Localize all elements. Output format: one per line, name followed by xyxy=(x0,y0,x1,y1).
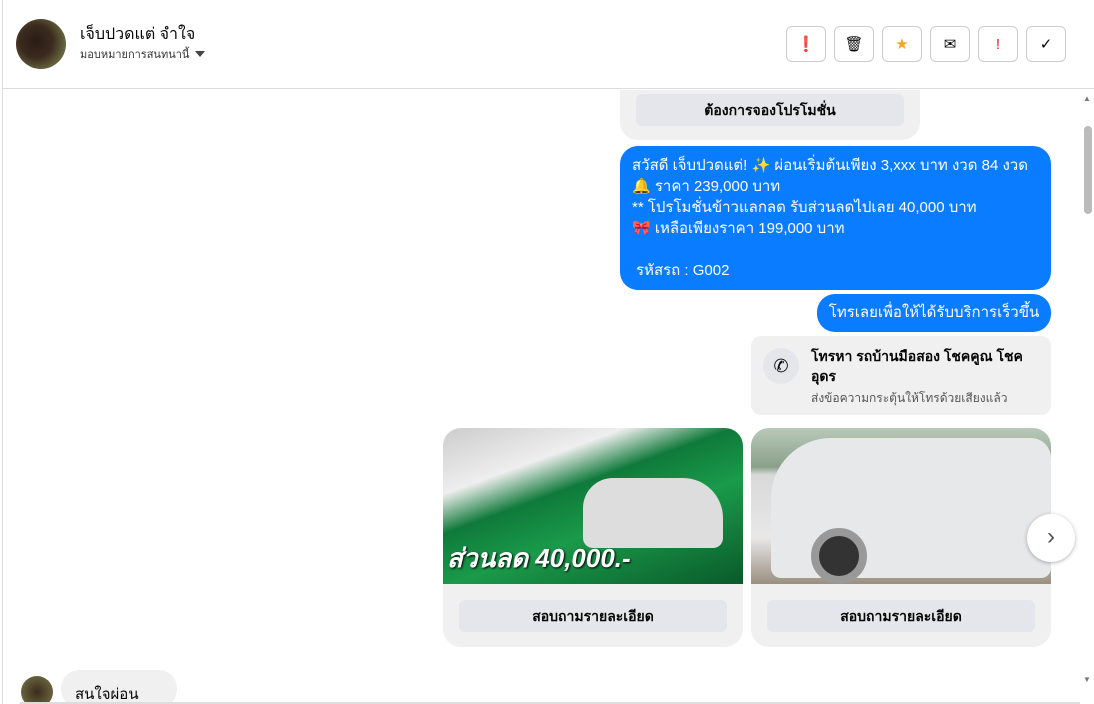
report-button[interactable]: ❗ xyxy=(786,26,826,62)
call-title: โทรหา รถบ้านมือสอง โชคคูณ โชคอุดร xyxy=(811,348,1023,384)
car-card: ส่วนลด 40,000.- สอบถามรายละเอียด xyxy=(443,428,743,647)
promo-line xyxy=(632,239,1039,260)
promo-line: ** โปรโมชั่นข้าวแลกลด รับส่วนลดไปเลย 40,… xyxy=(632,199,977,216)
discount-text: ส่วนลด 40,000.- xyxy=(447,543,631,573)
report-icon: ❗ xyxy=(796,36,816,53)
inquire-button[interactable]: สอบถามรายละเอียด xyxy=(767,600,1035,632)
call-prompt-message: โทรเลยเพื่อให้ได้รับบริการเร็วขึ้น xyxy=(817,294,1051,332)
check-icon: ✓ xyxy=(1039,36,1053,53)
promo-line: สวัสดี เจ็บปวดแต่! ✨ ผ่อนเริ่มต้นเพียง 3… xyxy=(632,157,1028,174)
star-button[interactable]: ★ xyxy=(882,26,922,62)
phone-icon: ✆ xyxy=(763,348,799,384)
trash-button[interactable]: 🗑 xyxy=(834,26,874,62)
conversation-header: เจ็บปวดแต่ จำใจ มอบหมายการสนทนานี้ ❗ 🗑 ★ ✉!… xyxy=(2,0,1094,89)
incoming-message: สนใจผ่อนครับ xyxy=(61,670,177,702)
trash-icon: 🗑 xyxy=(844,36,864,53)
car-image[interactable] xyxy=(751,428,1051,584)
scrollbar-thumb[interactable] xyxy=(1084,126,1092,214)
avatar[interactable] xyxy=(16,19,66,69)
mail-button[interactable]: ✉ xyxy=(930,26,970,62)
car-image[interactable]: ส่วนลด 40,000.- xyxy=(443,428,743,584)
caret-down-icon xyxy=(195,51,206,57)
message-list: ต้องการจองโปรโมชั่น สวัสดี เจ็บปวดแต่! ✨… xyxy=(3,90,1081,702)
important-icon: ! xyxy=(995,35,1001,53)
book-promo-button[interactable]: ต้องการจองโปรโมชั่น xyxy=(636,94,904,126)
contact-name: เจ็บปวดแต่ จำใจ xyxy=(80,26,196,43)
mail-icon: ✉ xyxy=(943,36,957,53)
promo-line: 🔔 ราคา 239,000 บาท xyxy=(632,178,781,195)
star-icon: ★ xyxy=(895,36,909,53)
promo-line: 🎀 เหลือเพียงราคา 199,000 บาท xyxy=(632,220,845,237)
important-button[interactable]: ! xyxy=(978,26,1018,62)
assign-label: มอบหมายการสนทนานี้ xyxy=(80,49,190,61)
check-button[interactable]: ✓ xyxy=(1026,26,1066,62)
avatar xyxy=(21,676,53,702)
assign-conversation-dropdown[interactable]: มอบหมายการสนทนานี้ xyxy=(80,45,206,63)
scrollbar[interactable]: ▲ ▼ xyxy=(1081,90,1094,702)
promo-message: สวัสดี เจ็บปวดแต่! ✨ ผ่อนเริ่มต้นเพียง 3… xyxy=(620,146,1051,290)
promo-card: ต้องการจองโปรโมชั่น xyxy=(620,90,920,140)
call-card[interactable]: ✆ โทรหา รถบ้านมือสอง โชคคูณ โชคอุดร ส่งข… xyxy=(751,336,1051,415)
call-subtitle: ส่งข้อความกระตุ้นให้โทรด้วยเสียงแล้ว xyxy=(811,391,1008,405)
carousel-next-button[interactable]: › xyxy=(1027,514,1075,562)
inquire-button[interactable]: สอบถามรายละเอียด xyxy=(459,600,727,632)
promo-line: รหัสรถ : G002 xyxy=(636,262,730,279)
car-card: สอบถามรายละเอียด xyxy=(751,428,1051,647)
